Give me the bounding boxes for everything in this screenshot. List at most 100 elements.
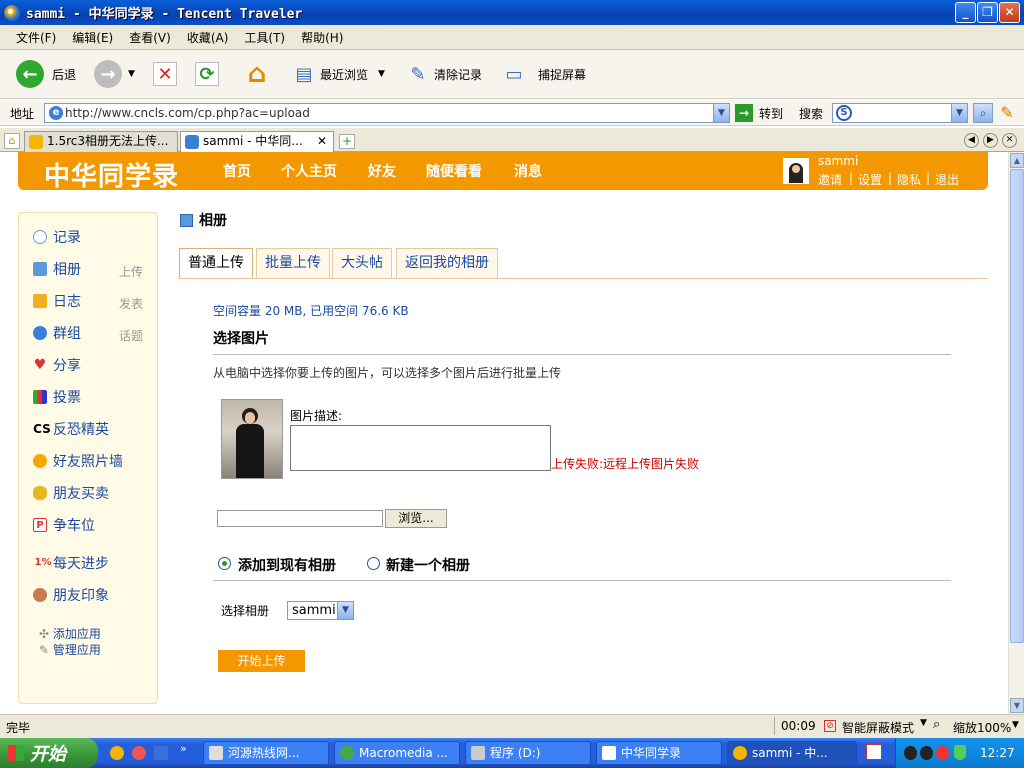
- antivirus-tray-icon[interactable]: [936, 746, 949, 760]
- logout-link[interactable]: 退出: [935, 171, 959, 188]
- home-button[interactable]: ⌂: [243, 58, 271, 90]
- settings-link[interactable]: 设置: [858, 171, 882, 188]
- sidebar-item-album[interactable]: 相册: [33, 259, 81, 279]
- menu-help[interactable]: 帮助(H): [301, 29, 343, 46]
- task-button-1[interactable]: 河源热线网...: [203, 741, 329, 765]
- sidebar-item-records[interactable]: 记录: [33, 227, 81, 247]
- qq-quicklaunch-icon[interactable]: [132, 746, 146, 760]
- sidebar-item-progress[interactable]: 1% 每天进步: [33, 553, 110, 573]
- home-tab-icon[interactable]: ⌂: [4, 133, 20, 149]
- menu-file[interactable]: 文件(F): [16, 29, 56, 46]
- zoom-icon[interactable]: ⌕: [933, 717, 940, 732]
- tab-batch-upload[interactable]: 批量上传: [256, 248, 330, 278]
- app-quicklaunch-icon[interactable]: [154, 746, 168, 760]
- block-dropdown-icon[interactable]: ▼: [920, 718, 927, 728]
- sidebar-item-blog[interactable]: 日志: [33, 291, 81, 311]
- pen-icon[interactable]: ✎: [998, 103, 1016, 123]
- search-dropdown-icon[interactable]: ▼: [951, 104, 967, 122]
- task-button-2[interactable]: Macromedia ...: [334, 741, 460, 765]
- tab-photo-sticker[interactable]: 大头帖: [332, 248, 392, 278]
- menu-edit[interactable]: 编辑(E): [72, 29, 113, 46]
- recent-button[interactable]: ▤ 最近浏览 ▼: [290, 58, 385, 90]
- record-icon[interactable]: [866, 744, 882, 760]
- menu-tools[interactable]: 工具(T): [244, 29, 285, 46]
- nav-friends[interactable]: 好友: [368, 161, 396, 181]
- restore-button[interactable]: ❐: [977, 2, 998, 23]
- forward-button[interactable]: → ▼: [94, 58, 135, 90]
- url-input[interactable]: e http://www.cncls.com/cp.php?ac=upload …: [44, 103, 730, 123]
- nav-profile[interactable]: 个人主页: [281, 161, 337, 181]
- sidebar-item-groups[interactable]: 群组: [33, 323, 81, 343]
- traveler-quicklaunch-icon[interactable]: [110, 746, 124, 760]
- tab-back-to-album[interactable]: 返回我的相册: [396, 248, 498, 278]
- capture-screen-button[interactable]: ▭ 捕捉屏幕: [500, 58, 586, 90]
- sidebar-item-photo-wall[interactable]: 好友照片墙: [33, 451, 123, 471]
- photo-description-input[interactable]: [290, 425, 551, 471]
- site-logo[interactable]: 中华同学录: [44, 156, 179, 193]
- stop-button[interactable]: ✕: [153, 58, 177, 90]
- album-select[interactable]: sammi ▼: [287, 601, 354, 620]
- publish-link[interactable]: 发表: [119, 295, 143, 312]
- scroll-thumb[interactable]: [1010, 169, 1024, 643]
- task-button-4[interactable]: 中华同学录: [596, 741, 722, 765]
- go-button[interactable]: 转到: [759, 105, 783, 122]
- sidebar-item-cs[interactable]: CS 反恐精英: [33, 419, 109, 439]
- tab-normal-upload[interactable]: 普通上传: [179, 248, 253, 279]
- tab-scroll-left-icon[interactable]: ◀: [964, 133, 979, 148]
- close-button[interactable]: ✕: [999, 2, 1020, 23]
- qq-tray-icon[interactable]: [920, 746, 933, 760]
- start-upload-button[interactable]: 开始上传: [218, 650, 305, 672]
- refresh-button[interactable]: ⟳: [195, 58, 219, 90]
- vertical-scrollbar[interactable]: ▲ ▼: [1008, 152, 1024, 714]
- username[interactable]: sammi: [818, 154, 858, 168]
- sidebar-item-parking[interactable]: P 争车位: [33, 515, 95, 535]
- nav-messages[interactable]: 消息: [514, 161, 542, 181]
- invite-link[interactable]: 邀请: [818, 171, 842, 188]
- tab-close-icon[interactable]: ✕: [317, 132, 327, 151]
- file-path-input[interactable]: [217, 510, 383, 527]
- task-button-5[interactable]: sammi - 中...: [727, 741, 857, 765]
- block-mode[interactable]: 智能屏蔽模式: [842, 719, 914, 736]
- task-button-3[interactable]: 程序 (D:): [465, 741, 591, 765]
- add-app-link[interactable]: ✣ 添加应用: [39, 625, 101, 642]
- sidebar-item-market[interactable]: 朋友买卖: [33, 483, 109, 503]
- topics-link[interactable]: 话题: [119, 327, 143, 344]
- start-button[interactable]: 开始: [0, 738, 98, 768]
- sidebar-item-share[interactable]: ♥ 分享: [33, 355, 81, 375]
- minimize-button[interactable]: _: [955, 2, 976, 23]
- block-icon[interactable]: ⊘: [824, 720, 836, 732]
- radio-existing-album[interactable]: [218, 557, 231, 570]
- url-dropdown-icon[interactable]: ▼: [713, 104, 729, 122]
- radio-new-album[interactable]: [367, 557, 380, 570]
- zoom-level[interactable]: 缩放100%: [953, 719, 1011, 736]
- qq-tray-icon[interactable]: [904, 746, 917, 760]
- menu-view[interactable]: 查看(V): [129, 29, 171, 46]
- search-engine-icon[interactable]: S: [836, 105, 852, 121]
- shield-icon[interactable]: [954, 745, 966, 760]
- avatar[interactable]: [783, 158, 809, 184]
- search-input[interactable]: S ▼: [832, 103, 968, 123]
- scroll-down-icon[interactable]: ▼: [1010, 698, 1024, 713]
- search-icon[interactable]: ⌕: [973, 103, 993, 123]
- back-button[interactable]: ← 后退: [16, 58, 76, 90]
- new-tab-icon[interactable]: +: [339, 134, 355, 149]
- scroll-up-icon[interactable]: ▲: [1010, 153, 1024, 168]
- quicklaunch-more-icon[interactable]: »: [180, 742, 187, 755]
- forward-dropdown-icon[interactable]: ▼: [128, 69, 135, 79]
- menu-favorites[interactable]: 收藏(A): [187, 29, 229, 46]
- radio-existing-label[interactable]: 添加到现有相册: [238, 555, 336, 575]
- recent-dropdown-icon[interactable]: ▼: [378, 69, 385, 79]
- privacy-link[interactable]: 隐私: [897, 171, 921, 188]
- tab-close-all-icon[interactable]: ✕: [1002, 133, 1017, 148]
- nav-home[interactable]: 首页: [223, 161, 251, 181]
- tab-scroll-right-icon[interactable]: ▶: [983, 133, 998, 148]
- clear-history-button[interactable]: ✎ 清除记录: [404, 58, 482, 90]
- upload-link[interactable]: 上传: [119, 263, 143, 280]
- zoom-dropdown-icon[interactable]: ▼: [1012, 720, 1019, 730]
- browser-tab-1[interactable]: 1.5rc3相册无法上传...: [24, 131, 178, 152]
- browse-button[interactable]: 浏览...: [385, 509, 447, 528]
- browser-tab-2[interactable]: sammi - 中华同... ✕: [180, 131, 334, 152]
- nav-browse[interactable]: 随便看看: [426, 161, 482, 181]
- sidebar-item-impression[interactable]: 朋友印象: [33, 585, 109, 605]
- go-arrow-icon[interactable]: →: [735, 104, 753, 122]
